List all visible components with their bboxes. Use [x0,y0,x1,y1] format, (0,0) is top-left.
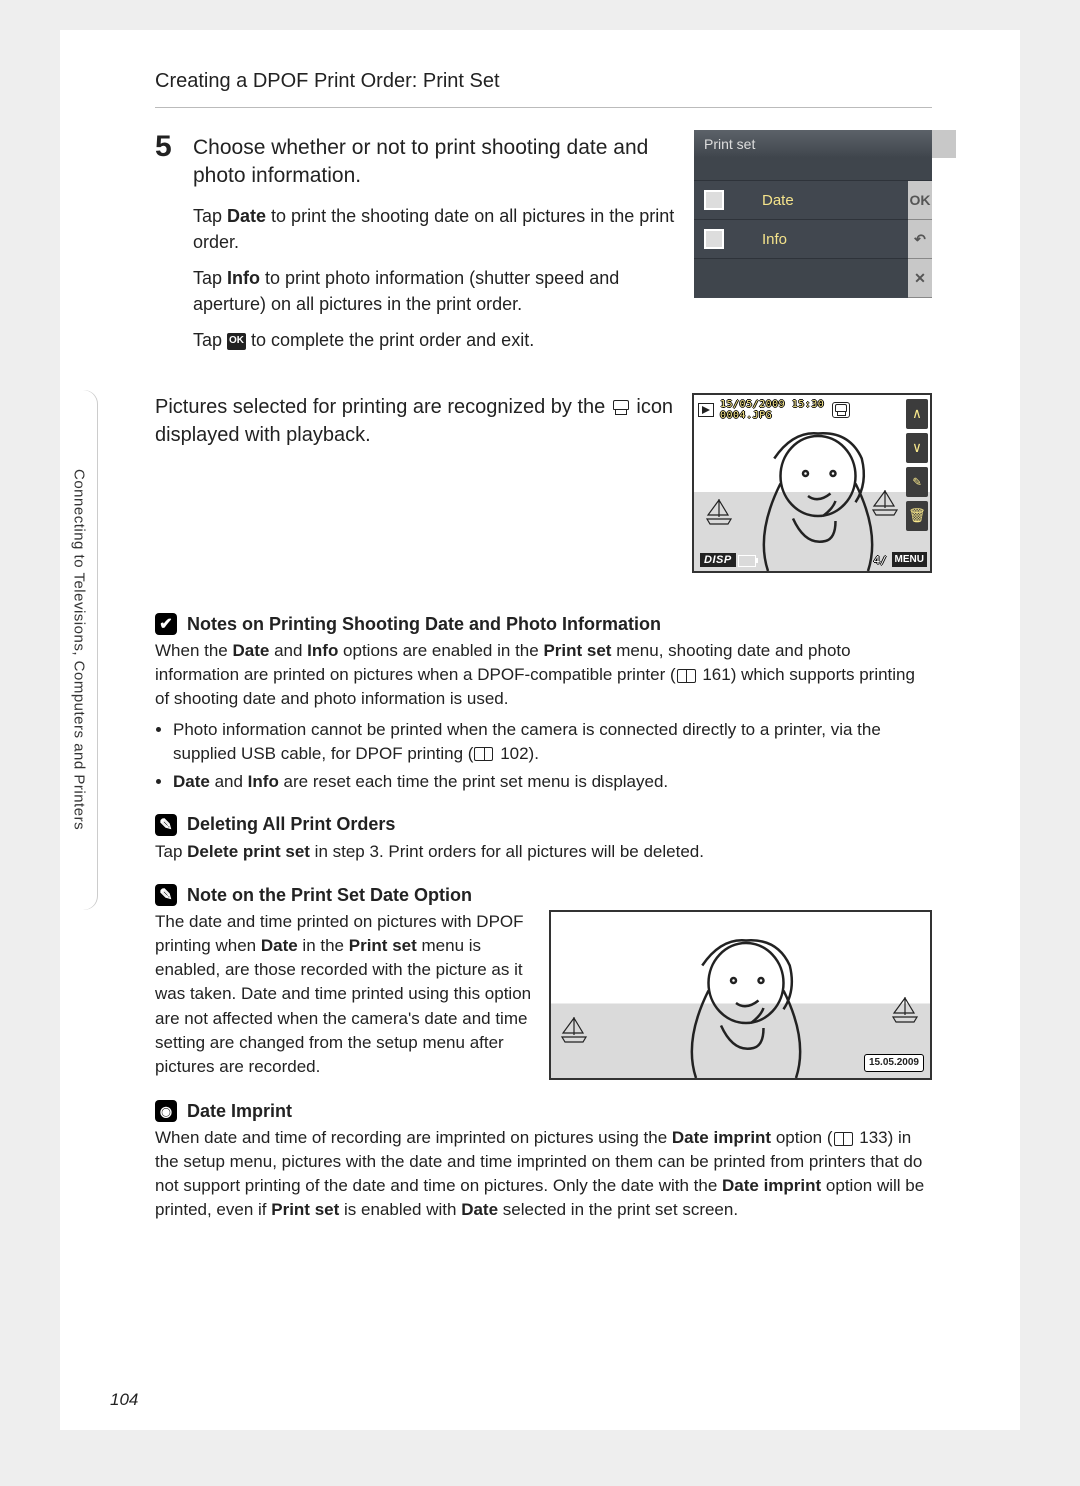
person-illustration [743,421,893,571]
close-button[interactable]: ✕ [908,259,932,298]
back-button[interactable]: ↶ [908,220,932,259]
print-set-date-row: Date [694,181,908,220]
note-pencil-icon [155,884,177,906]
step-paragraph-3: Tap OK to complete the print order and e… [193,327,684,353]
menu-button[interactable]: MENU [892,552,927,567]
date-option-body: The date and time printed on pictures wi… [155,910,535,1079]
date-imprint-body: When date and time of recording are impr… [155,1126,932,1223]
page-number: 104 [110,1390,138,1410]
person-illustration [671,928,821,1078]
overlay-filename: 0004.JPG [720,410,824,421]
sailboat-icon [890,995,920,1025]
notes-body: When the Date and Info options are enabl… [155,639,932,794]
ok-icon: OK [227,333,246,350]
battery-icon [738,555,756,567]
notes-title: Notes on Printing Shooting Date and Phot… [187,614,661,635]
print-set-title: Print set [704,136,755,152]
print-set-screen-illustration: Print set Date Info [694,130,932,298]
delete-orders-title: Deleting All Print Orders [187,814,395,835]
print-set-info-row: Info [694,220,908,259]
edit-button[interactable]: ✎ [906,467,928,497]
note-check-icon [155,613,177,635]
step-number: 5 [155,130,185,164]
date-checkbox[interactable] [704,190,724,210]
delete-button[interactable]: 🗑 [906,501,928,531]
delete-orders-body: Tap Delete print set in step 3. Print or… [155,840,932,864]
date-option-illustration: 15.05.2009 [549,910,933,1080]
side-tab-text: Connecting to Televisions, Computers and… [71,469,88,830]
imprinted-date: 15.05.2009 [864,1054,924,1072]
manual-page: Connecting to Televisions, Computers and… [60,30,1020,1430]
playback-icon [698,403,714,417]
page-title: Creating a DPOF Print Order: Print Set [155,60,932,108]
ok-button[interactable]: OK [908,181,932,220]
playback-paragraph: Pictures selected for printing are recog… [155,393,680,573]
info-label: Info [762,231,787,248]
page-ref-icon [677,669,696,683]
section-side-tab: Connecting to Televisions, Computers and… [60,390,98,910]
playback-screen-illustration: 15/05/2009 15:30 0004.JPG ∧ ∨ ✎ 🗑 [692,393,932,573]
page-ref-icon [834,1132,853,1146]
date-imprint-title: Date Imprint [187,1101,292,1122]
info-checkbox[interactable] [704,229,724,249]
print-mark-icon [832,402,850,418]
note-pencil-icon [155,814,177,836]
page-ref-icon [474,747,493,761]
date-option-title: Note on the Print Set Date Option [187,885,472,906]
date-label: Date [762,192,794,209]
sailboat-icon [704,497,734,527]
tip-icon [155,1100,177,1122]
down-button[interactable]: ∨ [906,433,928,463]
step-paragraph-1: Tap Date to print the shooting date on a… [193,203,684,255]
sailboat-icon [559,1015,589,1045]
step-paragraph-2: Tap Info to print photo information (shu… [193,265,684,317]
up-button[interactable]: ∧ [906,399,928,429]
step-title: Choose whether or not to print shooting … [193,134,684,191]
print-order-icon [613,400,629,415]
disp-button[interactable]: DISP [700,553,736,567]
overlay-datetime: 15/05/2009 15:30 [720,399,824,410]
